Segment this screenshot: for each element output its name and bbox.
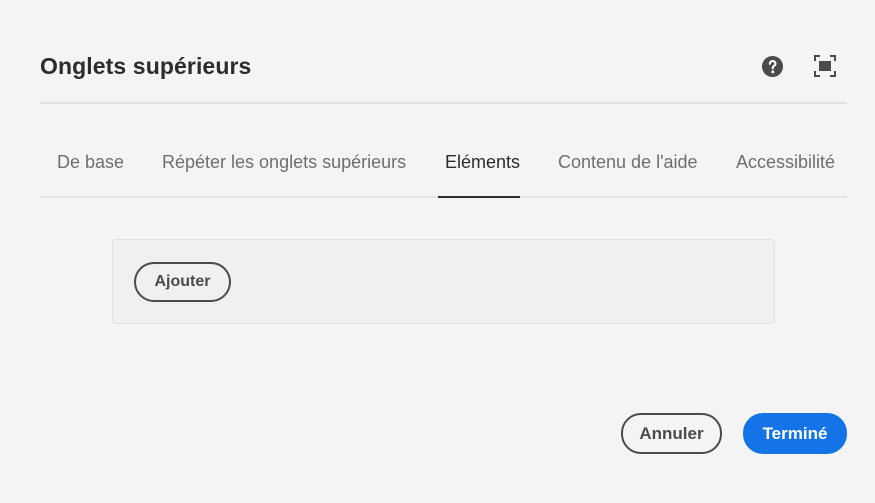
items-panel: Ajouter (112, 239, 775, 324)
fullscreen-icon-graphic (814, 55, 836, 77)
dialog: Onglets supérieurs De base Répéter les o… (0, 0, 875, 503)
tab-repeter-onglets[interactable]: Répéter les onglets supérieurs (162, 152, 406, 173)
tab-accessibilite[interactable]: Accessibilité (736, 152, 835, 173)
tab-elements[interactable]: Eléments (445, 152, 520, 173)
dialog-header: Onglets supérieurs (40, 40, 847, 104)
tab-contenu-aide[interactable]: Contenu de l'aide (558, 152, 698, 173)
tab-de-base[interactable]: De base (57, 152, 124, 173)
fullscreen-icon[interactable] (813, 54, 837, 78)
dialog-title: Onglets supérieurs (40, 53, 252, 79)
help-circle-icon[interactable] (760, 54, 784, 78)
help-circle-icon-graphic (761, 55, 783, 77)
done-button[interactable]: Terminé (743, 413, 847, 454)
tab-bar: De base Répéter les onglets supérieurs E… (40, 132, 847, 198)
cancel-button[interactable]: Annuler (621, 413, 722, 454)
add-button[interactable]: Ajouter (134, 262, 231, 302)
active-tab-indicator (438, 196, 520, 198)
